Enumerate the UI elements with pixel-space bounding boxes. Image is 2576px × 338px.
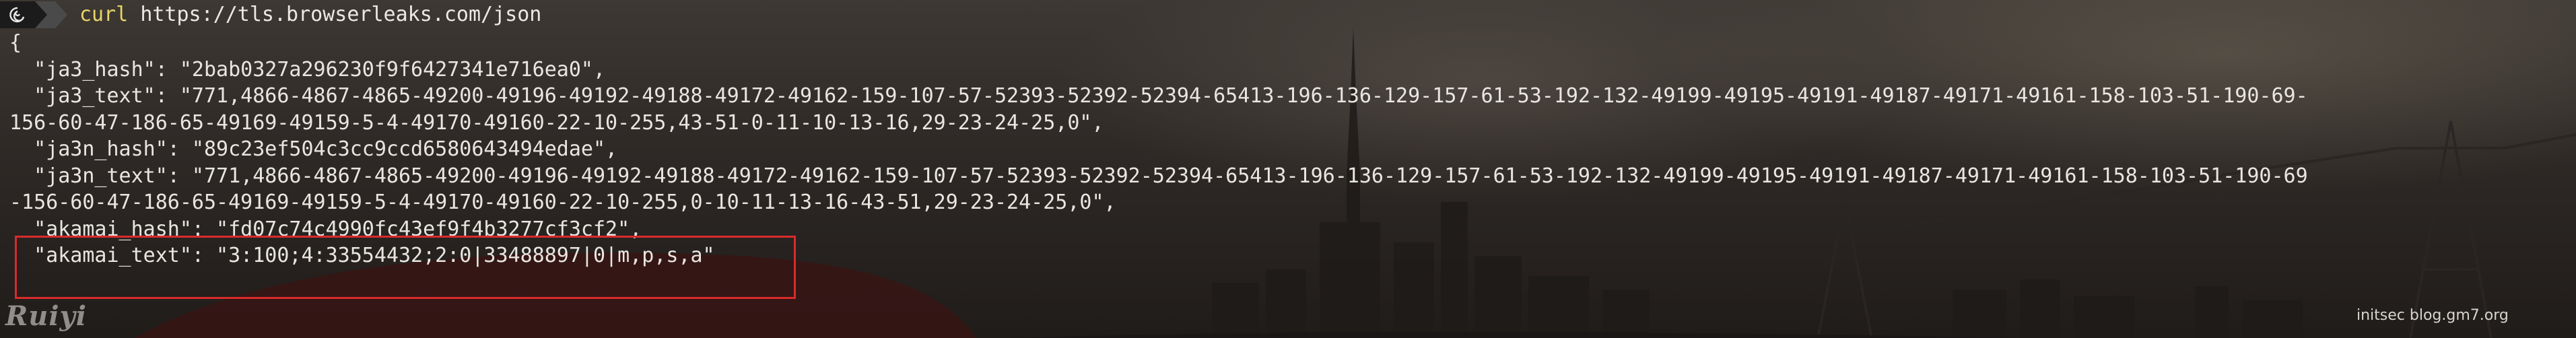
json-ja3n-text-cont: -156-60-47-186-65-49169-49159-5-4-49170-… xyxy=(9,191,1116,214)
command-url: https://tls.browserleaks.com/json xyxy=(140,3,542,27)
debian-swirl-icon xyxy=(9,7,25,23)
json-ja3n-text: "ja3n_text": "771,4866-4867-4865-49200-4… xyxy=(9,164,2308,188)
json-output: { "ja3_hash": "2bab0327a296230f9f6427341… xyxy=(9,30,2308,269)
command-name: curl xyxy=(79,3,129,27)
os-icon-segment xyxy=(0,1,35,28)
watermark-text: initsec blog.gm7.org xyxy=(2357,307,2509,324)
prompt-separator xyxy=(35,1,67,28)
json-ja3-text: "ja3_text": "771,4866-4867-4865-49200-49… xyxy=(9,84,2308,108)
terminal-window[interactable]: curl https://tls.browserleaks.com/json {… xyxy=(0,0,2576,338)
json-open-brace: { xyxy=(9,31,22,55)
json-ja3-hash: "ja3_hash": "2bab0327a296230f9f6427341e7… xyxy=(9,57,606,81)
json-ja3-text-cont: 156-60-47-186-65-49169-49159-5-4-49170-4… xyxy=(9,110,1104,135)
json-ja3n-hash: "ja3n_hash": "89c23ef504c3cc9ccd65806434… xyxy=(9,137,618,161)
akamai-highlight-box xyxy=(15,236,796,299)
command-line: curl https://tls.browserleaks.com/json xyxy=(79,1,541,28)
shell-prompt: curl https://tls.browserleaks.com/json xyxy=(0,1,541,28)
watermark-logo: Ruiyi xyxy=(5,300,87,332)
